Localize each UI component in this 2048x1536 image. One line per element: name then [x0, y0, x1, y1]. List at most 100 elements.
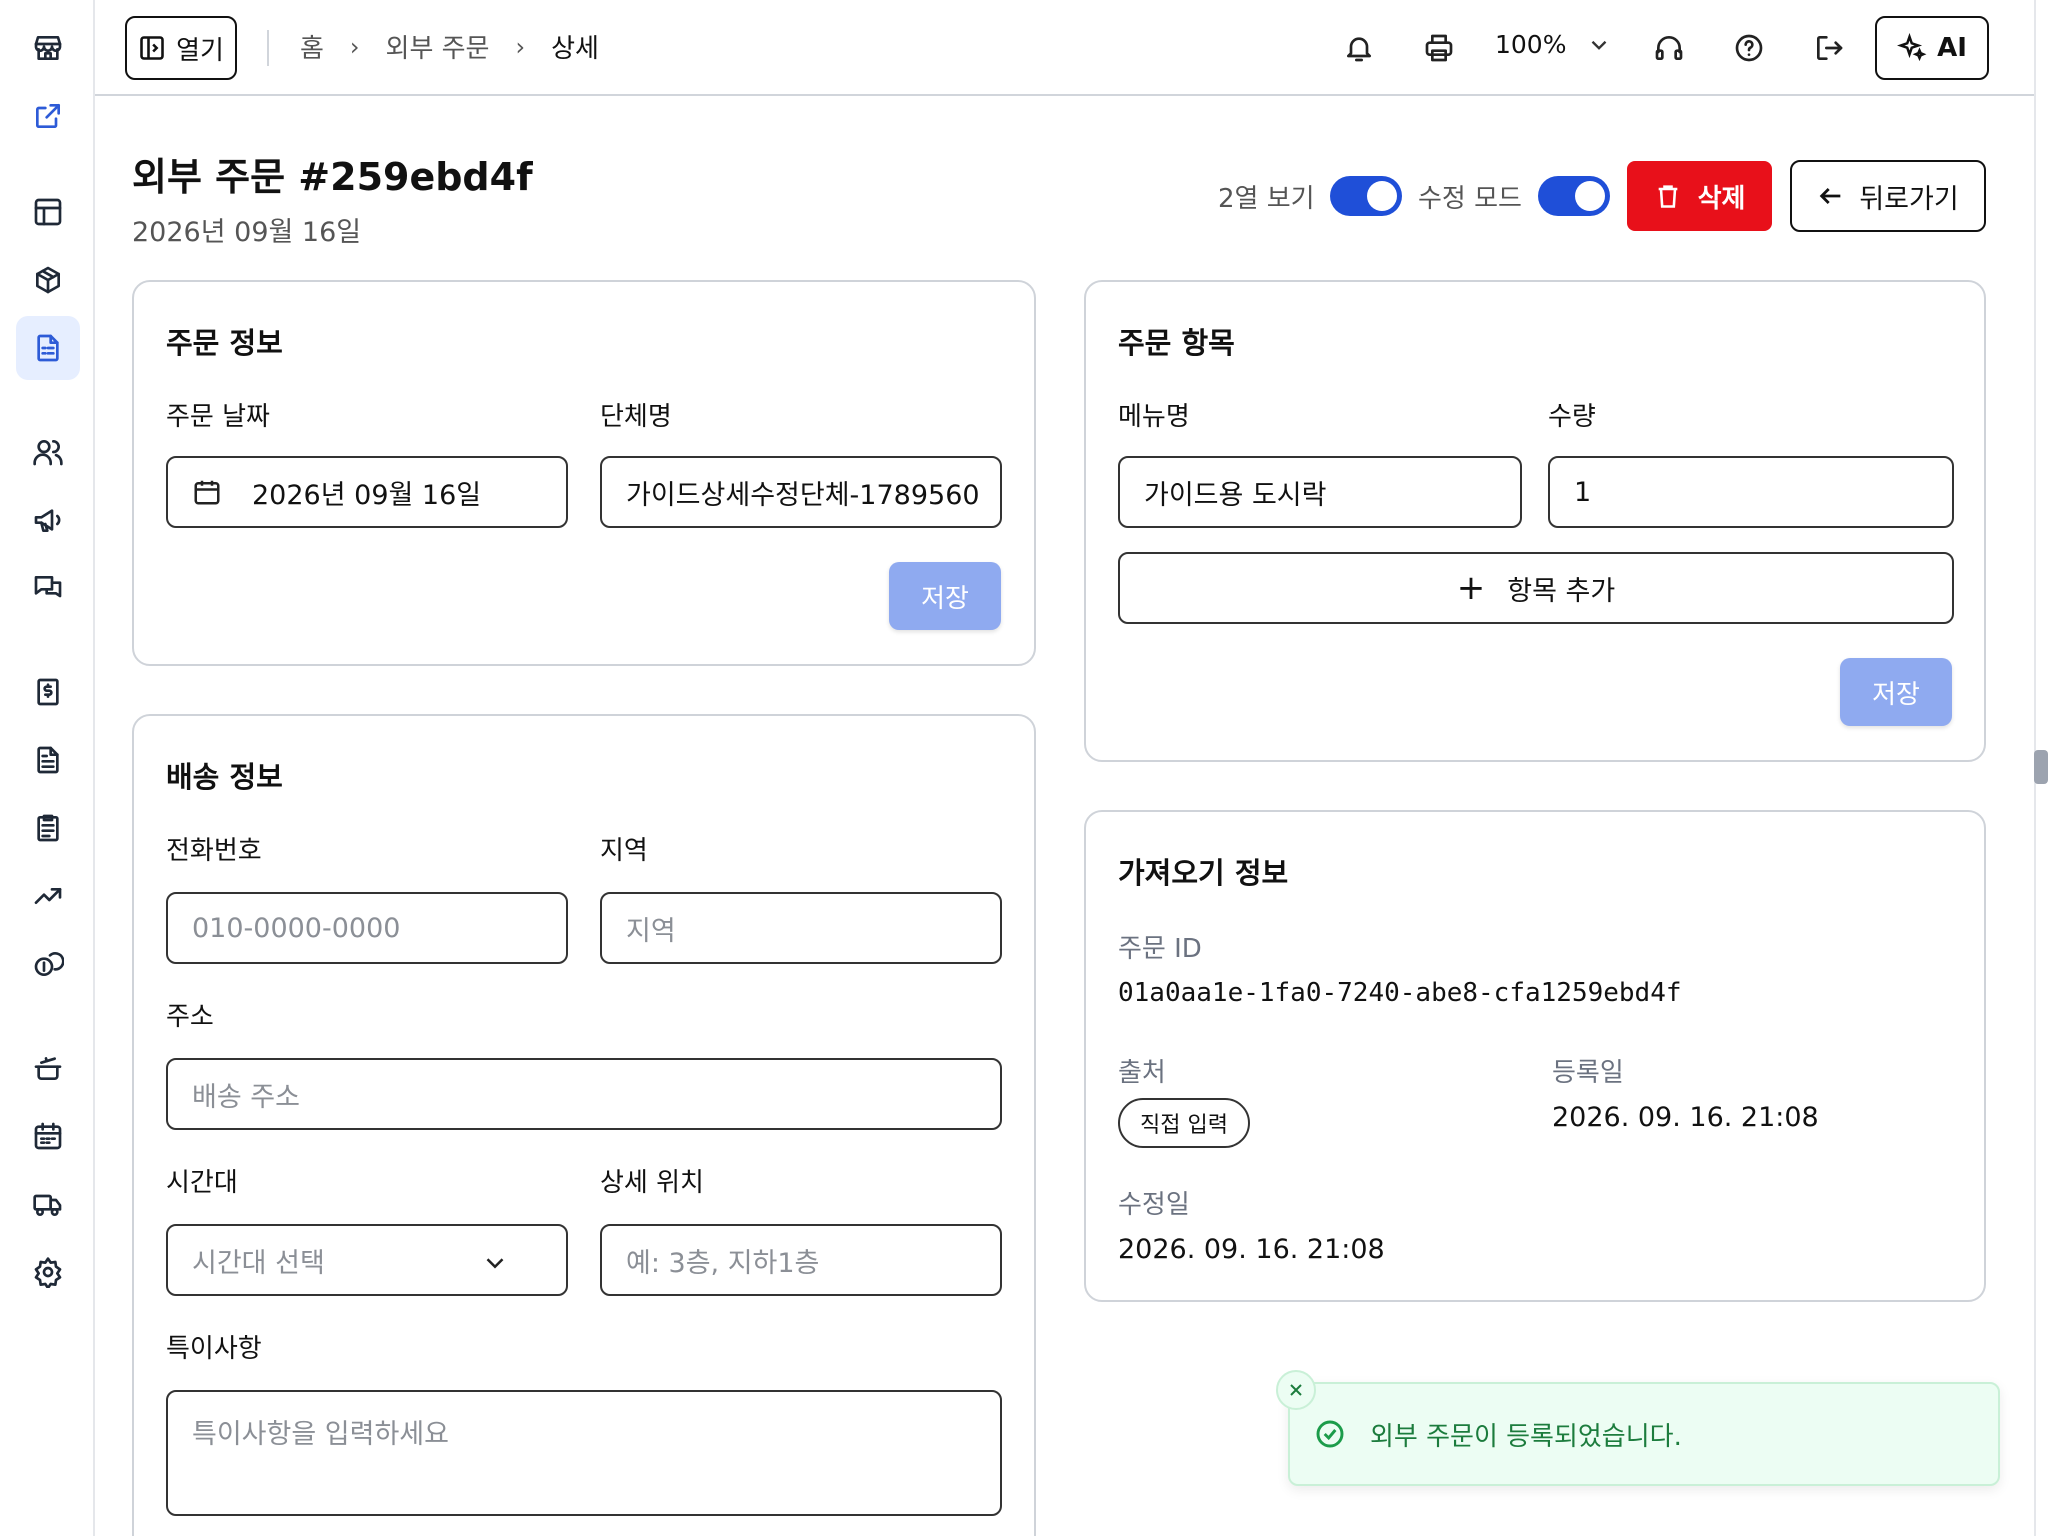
chevron-down-icon — [1592, 40, 1607, 50]
zoom-value: 100% — [1495, 30, 1567, 59]
scrollbar-handle[interactable] — [2034, 750, 2048, 784]
check-circle-icon — [1316, 1420, 1344, 1448]
help-icon[interactable] — [1725, 24, 1773, 72]
detail-location-placeholder: 예: 3층, 지하1층 — [626, 1247, 820, 1279]
add-item-label: 항목 추가 — [1507, 575, 1616, 607]
order-date-value: 2026년 09월 16일 — [252, 479, 482, 511]
two-column-label: 2열 보기 — [1218, 184, 1315, 214]
coins-icon[interactable] — [18, 934, 78, 994]
file-text-icon[interactable] — [18, 730, 78, 790]
menu-name-value: 가이드용 도시락 — [1144, 479, 1327, 511]
two-column-toggle[interactable] — [1330, 176, 1402, 216]
menu-name-input[interactable]: 가이드용 도시락 — [1118, 456, 1522, 528]
toast-message: 외부 주문이 등록되었습니다. — [1370, 1421, 1682, 1452]
region-placeholder: 지역 — [626, 915, 676, 947]
receipt-dollar-icon[interactable] — [18, 662, 78, 722]
breadcrumb-home[interactable]: 홈 — [300, 28, 324, 65]
chat-icon[interactable] — [18, 558, 78, 618]
quantity-input[interactable]: 1 — [1548, 456, 1954, 528]
order-id-value: 01a0aa1e-1fa0-7240-abe8-cfa1259ebd4f — [1118, 978, 1682, 1008]
open-sidebar-button[interactable]: 열기 — [125, 16, 237, 80]
calendar-icon[interactable] — [18, 1106, 78, 1166]
order-date-label: 주문 날짜 — [166, 402, 270, 432]
group-name-value: 가이드상세수정단체-1789560 — [626, 479, 980, 511]
order-id-label: 주문 ID — [1118, 934, 1202, 964]
card-title: 주문 항목 — [1118, 326, 1235, 360]
address-placeholder: 배송 주소 — [192, 1081, 300, 1113]
order-date-picker[interactable]: 2026년 09월 16일 — [166, 456, 568, 528]
region-input[interactable]: 지역 — [600, 892, 1002, 964]
ai-button[interactable]: AI — [1875, 16, 1989, 80]
zoom-select[interactable]: 100% — [1495, 30, 1612, 59]
package-icon[interactable] — [18, 250, 78, 310]
notes-textarea[interactable]: 특이사항을 입력하세요 — [166, 1390, 1002, 1516]
delete-button[interactable]: 삭제 — [1627, 161, 1772, 231]
headset-icon[interactable] — [1645, 24, 1693, 72]
card-title: 배송 정보 — [166, 760, 283, 794]
save-button[interactable]: 저장 — [889, 562, 1001, 630]
clipboard-list-icon[interactable] — [18, 798, 78, 858]
logout-icon[interactable] — [1805, 24, 1853, 72]
phone-label: 전화번호 — [166, 836, 262, 866]
address-label: 주소 — [166, 1002, 214, 1032]
table-icon[interactable] — [18, 182, 78, 242]
breadcrumb-current: 상세 — [551, 34, 599, 64]
group-name-label: 단체명 — [600, 402, 672, 432]
save-button[interactable]: 저장 — [1840, 658, 1952, 726]
notes-label: 특이사항 — [166, 1334, 262, 1364]
menu-name-label: 메뉴명 — [1118, 402, 1190, 432]
phone-placeholder: 010-0000-0000 — [192, 912, 401, 944]
delivery-info-card: 배송 정보 전화번호 지역 010-0000-0000 지역 주소 배송 주소 … — [132, 714, 1036, 1536]
external-link-icon[interactable] — [18, 86, 78, 146]
breadcrumb-divider — [267, 30, 269, 66]
add-item-button[interactable]: + 항목 추가 — [1118, 552, 1954, 624]
registered-date-label: 등록일 — [1552, 1058, 1624, 1088]
trash-icon — [1658, 185, 1677, 208]
group-name-input[interactable]: 가이드상세수정단체-1789560 — [600, 456, 1002, 528]
success-toast: 외부 주문이 등록되었습니다. — [1288, 1382, 2000, 1486]
megaphone-icon[interactable] — [18, 490, 78, 550]
printer-icon[interactable] — [1415, 24, 1463, 72]
bell-icon[interactable] — [1335, 24, 1383, 72]
breadcrumb: 홈 › 외부 주문 › 상세 — [300, 28, 599, 65]
open-label: 열기 — [176, 35, 224, 66]
page-title: 외부 주문 #259ebd4f — [132, 155, 533, 199]
page-date: 2026년 09월 16일 — [132, 217, 362, 248]
toast-close-button[interactable] — [1276, 1370, 1316, 1410]
cooking-pot-icon[interactable] — [18, 1038, 78, 1098]
plus-icon: + — [1456, 568, 1486, 608]
quantity-value: 1 — [1574, 476, 1592, 508]
edit-mode-label: 수정 모드 — [1418, 184, 1522, 214]
back-button[interactable]: 뒤로가기 — [1790, 160, 1986, 232]
breadcrumb-external-orders[interactable]: 외부 주문 — [386, 28, 490, 65]
trending-up-icon[interactable] — [18, 866, 78, 926]
back-label: 뒤로가기 — [1859, 183, 1959, 215]
phone-input[interactable]: 010-0000-0000 — [166, 892, 568, 964]
card-title: 주문 정보 — [166, 326, 283, 360]
truck-icon[interactable] — [18, 1174, 78, 1234]
arrow-left-icon — [1819, 188, 1841, 204]
delete-label: 삭제 — [1697, 183, 1746, 214]
modified-date-label: 수정일 — [1118, 1190, 1190, 1220]
import-info-card: 가져오기 정보 주문 ID 01a0aa1e-1fa0-7240-abe8-cf… — [1084, 810, 1986, 1302]
panel-expand-icon — [140, 36, 164, 60]
address-input[interactable]: 배송 주소 — [166, 1058, 1002, 1130]
detail-location-input[interactable]: 예: 3층, 지하1층 — [600, 1224, 1002, 1296]
order-info-card: 주문 정보 주문 날짜 단체명 2026년 09월 16일 가이드상세수정단체-… — [132, 280, 1036, 666]
users-icon[interactable] — [18, 422, 78, 482]
settings-icon[interactable] — [18, 1242, 78, 1302]
store-icon[interactable] — [18, 18, 78, 78]
notes-placeholder: 특이사항을 입력하세요 — [192, 1419, 449, 1450]
quantity-label: 수량 — [1548, 402, 1596, 432]
sparkles-icon — [1897, 33, 1927, 62]
detail-location-label: 상세 위치 — [600, 1168, 704, 1198]
source-badge: 직접 입력 — [1118, 1098, 1250, 1148]
edit-mode-toggle[interactable] — [1538, 176, 1610, 216]
document-list-icon[interactable] — [16, 316, 80, 380]
registered-date-value: 2026. 09. 16. 21:08 — [1552, 1102, 1819, 1133]
region-label: 지역 — [600, 836, 648, 866]
time-slot-placeholder: 시간대 선택 — [192, 1247, 325, 1279]
ai-label: AI — [1937, 33, 1967, 63]
calendar-icon — [194, 480, 220, 505]
time-slot-select[interactable]: 시간대 선택 — [166, 1224, 568, 1296]
